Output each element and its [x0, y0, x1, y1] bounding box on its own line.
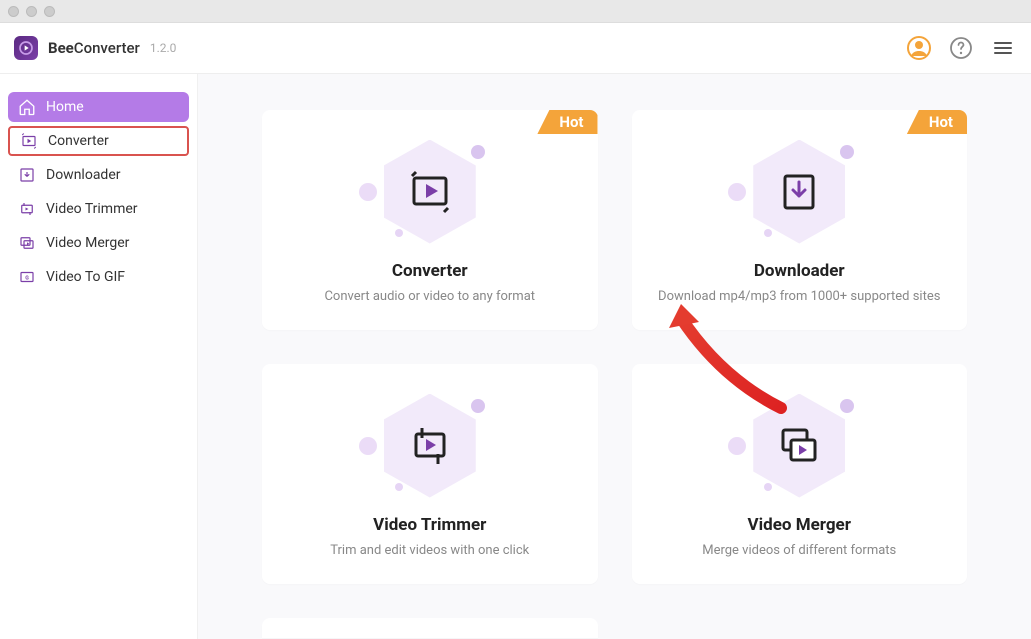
card-desc: Convert audio or video to any format: [304, 289, 555, 304]
window-titlebar: [0, 0, 1031, 23]
card-downloader[interactable]: Hot Downloader Download mp4/mp3 from 100…: [632, 110, 968, 330]
merger-icon: [18, 234, 36, 252]
sidebar-item-label: Downloader: [46, 167, 121, 183]
download-icon: [18, 166, 36, 184]
hot-badge: Hot: [907, 110, 967, 134]
card-title: Video Trimmer: [373, 515, 486, 535]
card-illustration: [724, 137, 874, 247]
card-video-trimmer[interactable]: Video Trimmer Trim and edit videos with …: [262, 364, 598, 584]
help-icon[interactable]: [947, 34, 975, 62]
minimize-window-icon[interactable]: [26, 6, 37, 17]
sidebar-item-video-to-gif[interactable]: G Video To GIF: [8, 262, 189, 292]
card-title: Converter: [392, 261, 468, 281]
card-converter[interactable]: Hot Converter Convert audio or video to …: [262, 110, 598, 330]
account-icon[interactable]: [905, 34, 933, 62]
app-name: BeeConverter: [48, 39, 140, 57]
sidebar-item-home[interactable]: Home: [8, 92, 189, 122]
main-area: Home Converter Downloader Video Trimmer …: [0, 74, 1031, 639]
sidebar-item-label: Converter: [48, 133, 109, 149]
menu-icon[interactable]: [989, 34, 1017, 62]
sidebar-item-downloader[interactable]: Downloader: [8, 160, 189, 190]
card-video-merger[interactable]: Video Merger Merge videos of different f…: [632, 364, 968, 584]
card-illustration: [724, 391, 874, 501]
trimmer-icon: [18, 200, 36, 218]
converter-icon: [20, 132, 38, 150]
app-name-suffix: Converter: [74, 39, 140, 57]
app-version: 1.2.0: [150, 41, 177, 55]
card-partial[interactable]: [262, 618, 598, 638]
hot-badge: Hot: [537, 110, 597, 134]
app-name-prefix: Bee: [48, 39, 74, 57]
sidebar-item-video-merger[interactable]: Video Merger: [8, 228, 189, 258]
card-desc: Trim and edit videos with one click: [310, 543, 549, 558]
sidebar: Home Converter Downloader Video Trimmer …: [0, 74, 198, 639]
content-area: Hot Converter Convert audio or video to …: [198, 74, 1031, 639]
sidebar-item-label: Video Merger: [46, 235, 129, 251]
gif-icon: G: [18, 268, 36, 286]
sidebar-item-label: Video Trimmer: [46, 201, 138, 217]
close-window-icon[interactable]: [8, 6, 19, 17]
card-illustration: [355, 137, 505, 247]
card-desc: Download mp4/mp3 from 1000+ supported si…: [638, 289, 960, 304]
card-illustration: [355, 391, 505, 501]
sidebar-item-converter[interactable]: Converter: [8, 126, 189, 156]
svg-text:G: G: [25, 275, 29, 281]
sidebar-item-label: Video To GIF: [46, 269, 125, 285]
app-header: BeeConverter 1.2.0: [0, 23, 1031, 74]
sidebar-item-label: Home: [46, 99, 84, 115]
home-icon: [18, 98, 36, 116]
card-title: Downloader: [754, 261, 845, 281]
card-title: Video Merger: [748, 515, 851, 535]
sidebar-item-video-trimmer[interactable]: Video Trimmer: [8, 194, 189, 224]
card-desc: Merge videos of different formats: [682, 543, 916, 558]
maximize-window-icon[interactable]: [44, 6, 55, 17]
app-logo-icon: [14, 36, 38, 60]
